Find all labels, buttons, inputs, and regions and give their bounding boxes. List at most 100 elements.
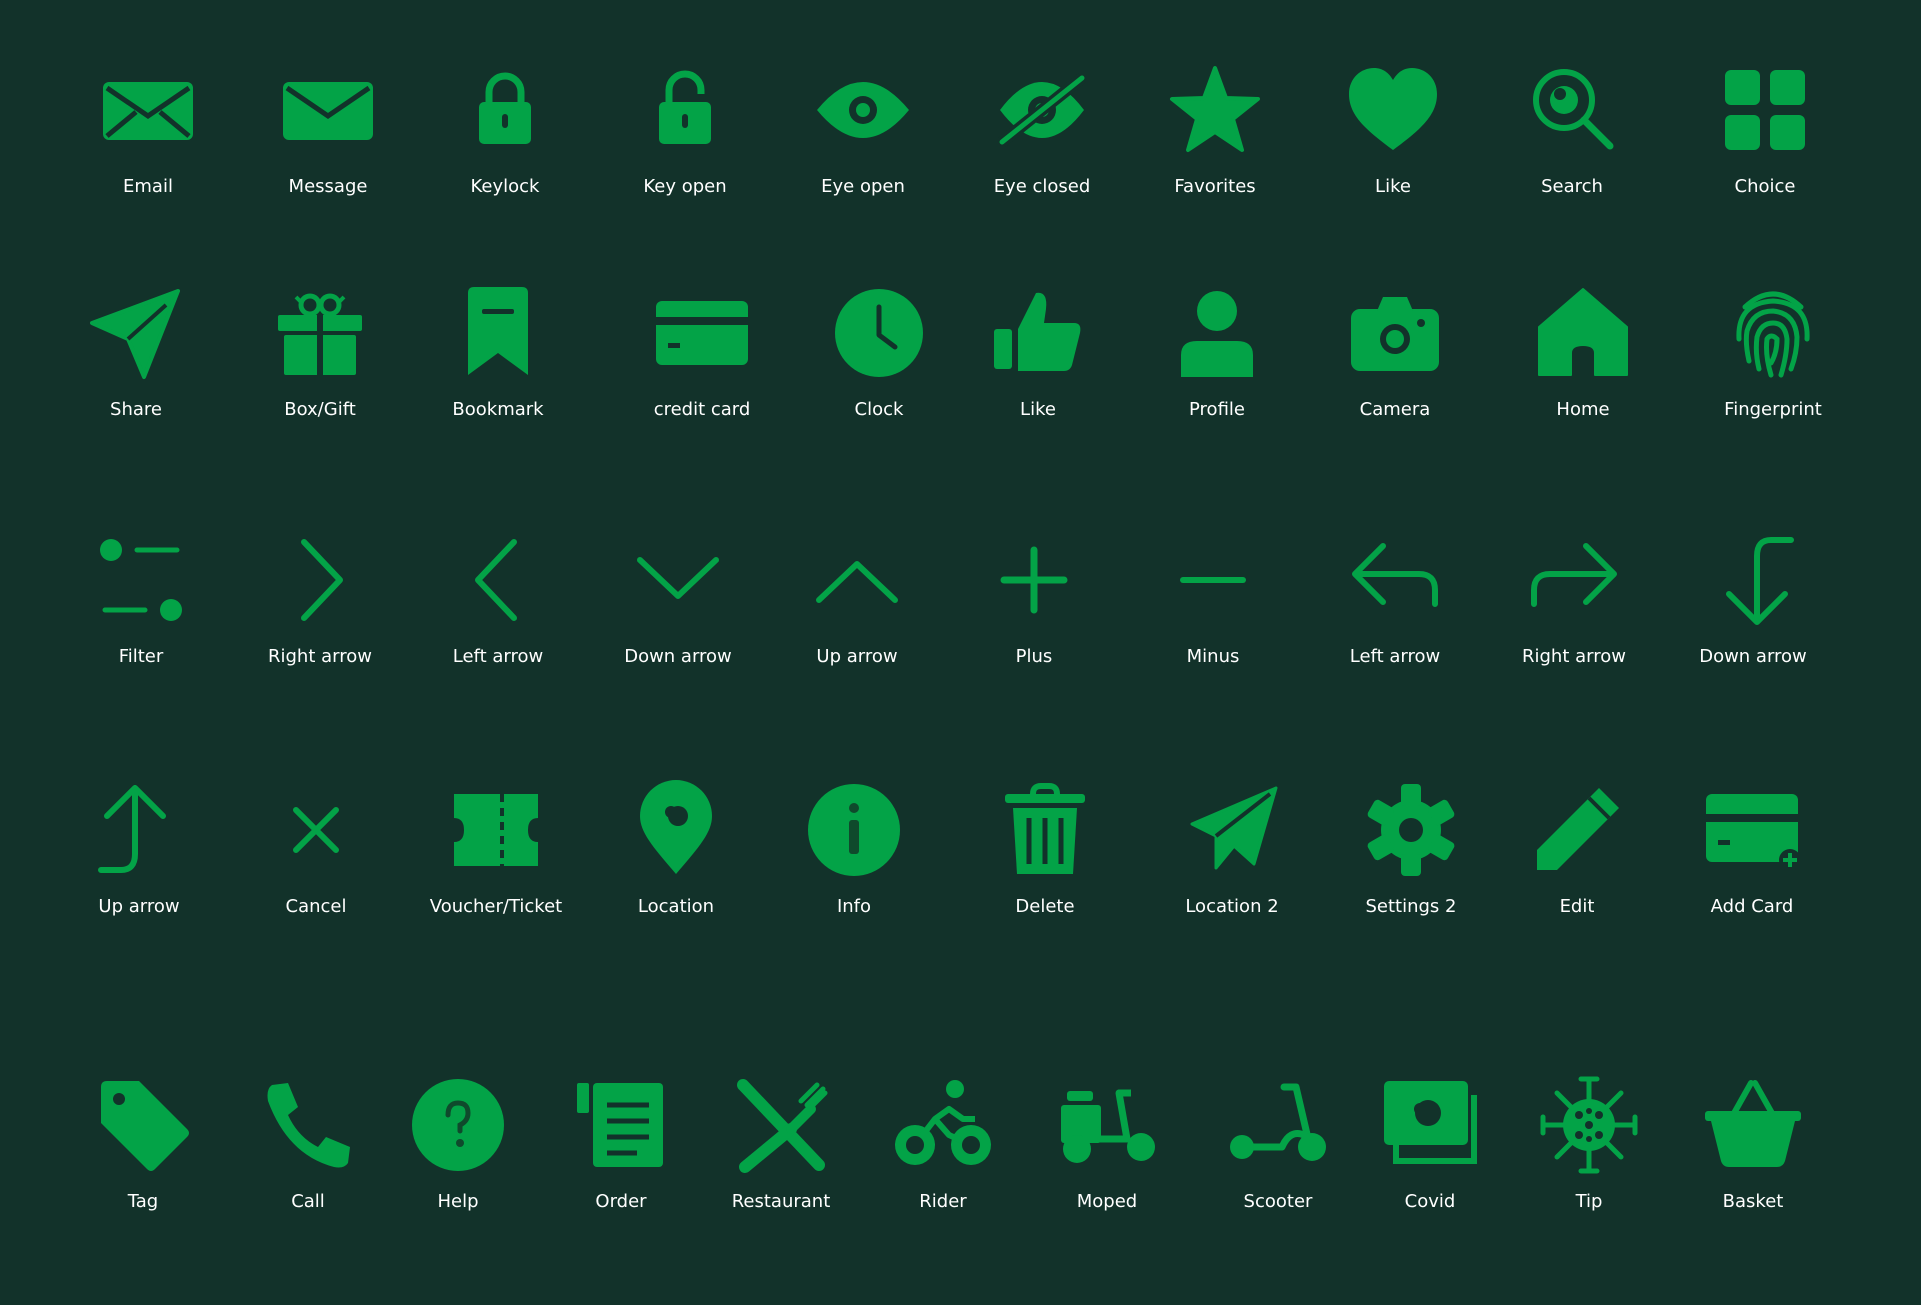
- icon-label: Cancel: [285, 896, 347, 917]
- unlock-icon: [635, 60, 735, 160]
- icon-tile: Help: [373, 1075, 543, 1225]
- icon-label: Moped: [1076, 1191, 1138, 1212]
- icon-tile: Keylock: [420, 60, 590, 210]
- icon-label: Edit: [1559, 896, 1595, 917]
- envelope-open-icon: [98, 60, 198, 160]
- icon-tile: Favorites: [1130, 60, 1300, 210]
- icon-tile: Up arrow: [54, 780, 224, 930]
- icon-tile: Tip: [1504, 1075, 1674, 1225]
- lock-icon: [455, 60, 555, 160]
- plus-icon: [984, 530, 1084, 630]
- icon-label: Right arrow: [268, 646, 372, 667]
- icon-label: Left arrow: [1349, 646, 1441, 667]
- trash-icon: [995, 780, 1095, 880]
- restaurant-icon: [731, 1075, 831, 1175]
- icon-label: Basket: [1722, 1191, 1784, 1212]
- icon-label: Share: [110, 399, 162, 420]
- eye-slash-icon: [992, 60, 1092, 160]
- icon-label: Message: [288, 176, 368, 197]
- close-icon: [266, 780, 366, 880]
- icon-tile: Settings 2: [1326, 780, 1496, 930]
- info-icon: [804, 780, 904, 880]
- icon-label: Key open: [643, 176, 727, 197]
- icon-tile: Covid: [1345, 1075, 1515, 1225]
- chevron-down-icon: [628, 530, 728, 630]
- icon-tile: Delete: [960, 780, 1130, 930]
- icon-tile: Call: [223, 1075, 393, 1225]
- icon-label: Add Card: [1710, 896, 1794, 917]
- icon-label: Left arrow: [452, 646, 544, 667]
- icon-tile: Up arrow: [772, 530, 942, 680]
- icon-tile: Fingerprint: [1688, 283, 1858, 433]
- icon-tile: Down arrow: [593, 530, 763, 680]
- icon-tile: Down arrow: [1668, 530, 1838, 680]
- icon-label: Delete: [1015, 896, 1075, 917]
- icon-tile: Info: [769, 780, 939, 930]
- chevron-up-icon: [807, 530, 907, 630]
- chevron-right-icon: [270, 530, 370, 630]
- star-icon: [1165, 60, 1265, 160]
- icon-tile: Clock: [794, 283, 964, 433]
- phone-icon: [258, 1075, 358, 1175]
- map-pin-icon: [626, 780, 726, 880]
- icon-label: Tag: [127, 1191, 159, 1212]
- icon-label: Scooter: [1243, 1191, 1313, 1212]
- bookmark-icon: [448, 283, 548, 383]
- icon-tile: Profile: [1132, 283, 1302, 433]
- icon-tile: Rider: [858, 1075, 1028, 1225]
- icon-tile: Cancel: [231, 780, 401, 930]
- order-icon: [571, 1075, 671, 1175]
- icon-tile: Left arrow: [1310, 530, 1480, 680]
- grid-icon: [1715, 60, 1815, 160]
- fingerprint-icon: [1723, 283, 1823, 383]
- icon-tile: Right arrow: [235, 530, 405, 680]
- corner-right-up-icon: [89, 780, 189, 880]
- scooter-icon: [1228, 1075, 1328, 1175]
- icon-tile: Message: [243, 60, 413, 210]
- icon-label: Right arrow: [1522, 646, 1626, 667]
- heart-icon: [1343, 60, 1443, 160]
- icon-tile: Basket: [1668, 1075, 1838, 1225]
- home-icon: [1533, 283, 1633, 383]
- icon-label: Like: [1020, 399, 1056, 420]
- envelope-icon: [278, 60, 378, 160]
- icon-tile: Plus: [949, 530, 1119, 680]
- icon-tile: Search: [1487, 60, 1657, 210]
- icon-tile: Scooter: [1193, 1075, 1363, 1225]
- icon-tile: Email: [63, 60, 233, 210]
- icon-tile: Home: [1498, 283, 1668, 433]
- icon-tile: Box/Gift: [235, 283, 405, 433]
- icon-label: Camera: [1359, 399, 1431, 420]
- icon-label: Box/Gift: [284, 399, 356, 420]
- basket-icon: [1703, 1075, 1803, 1175]
- virus-icon: [1539, 1075, 1639, 1175]
- icon-tile: Like: [1308, 60, 1478, 210]
- icon-label: Info: [836, 896, 872, 917]
- icon-tile: Tag: [58, 1075, 228, 1225]
- icon-label: Minus: [1186, 646, 1240, 667]
- icon-label: Like: [1375, 176, 1411, 197]
- icon-label: credit card: [653, 399, 751, 420]
- icon-label: Home: [1556, 399, 1610, 420]
- icon-tile: Camera: [1310, 283, 1480, 433]
- icon-label: Location 2: [1185, 896, 1279, 917]
- icon-label: Keylock: [470, 176, 540, 197]
- camera-icon: [1345, 283, 1445, 383]
- icon-tile: Order: [536, 1075, 706, 1225]
- icon-label: Settings 2: [1365, 896, 1457, 917]
- icon-tile: Edit: [1492, 780, 1662, 930]
- tag-icon: [93, 1075, 193, 1175]
- gear-icon: [1361, 780, 1461, 880]
- icon-label: Email: [123, 176, 173, 197]
- corner-up-left-icon: [1345, 530, 1445, 630]
- icon-label: Search: [1541, 176, 1603, 197]
- add-card-icon: [1702, 780, 1802, 880]
- icon-label: Down arrow: [1699, 646, 1807, 667]
- icon-tile: Left arrow: [413, 530, 583, 680]
- clock-icon: [829, 283, 929, 383]
- send-icon: [86, 283, 186, 383]
- icon-label: Tip: [1575, 1191, 1603, 1212]
- search-icon: [1522, 60, 1622, 160]
- icon-label: Voucher/Ticket: [429, 896, 563, 917]
- icon-label: Clock: [854, 399, 904, 420]
